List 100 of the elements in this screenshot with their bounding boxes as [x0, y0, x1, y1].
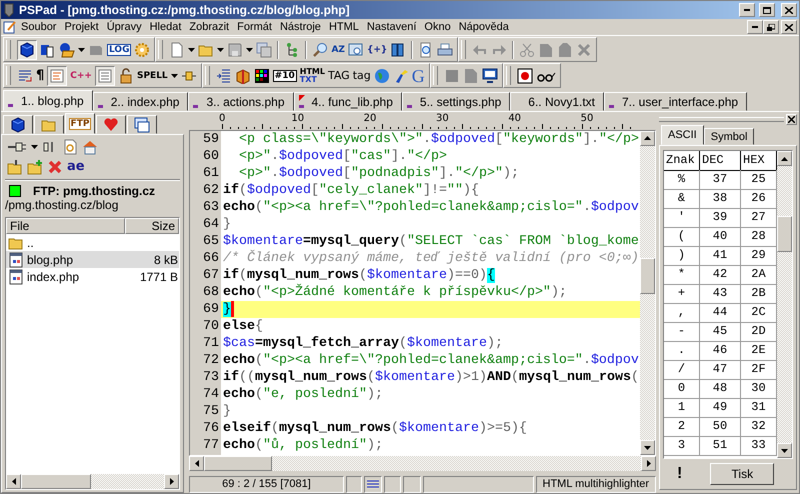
open-project-icon[interactable]	[59, 42, 75, 58]
right-arrow-icon[interactable]	[646, 460, 650, 467]
search-icon[interactable]	[312, 42, 328, 58]
menu-item[interactable]: Zobrazit	[185, 21, 234, 33]
tag-icon[interactable]: TAG	[328, 70, 350, 80]
scroll-up-button[interactable]	[777, 151, 792, 166]
book-icon[interactable]	[390, 42, 406, 58]
caret-icon[interactable]	[170, 74, 178, 78]
menu-item[interactable]: Úpravy	[102, 21, 146, 33]
scroll-right-button[interactable]	[641, 456, 656, 471]
download-folder-icon[interactable]	[7, 159, 23, 175]
column-header[interactable]: Size	[125, 218, 179, 234]
package-icon[interactable]	[234, 68, 251, 84]
scroll-down-button[interactable]	[777, 443, 792, 458]
panel-tab[interactable]	[96, 115, 126, 134]
panel-tab[interactable]: FTP	[65, 113, 95, 134]
horizontal-scrollbar[interactable]	[6, 474, 179, 489]
refresh-icon[interactable]	[62, 139, 78, 155]
restore-icon[interactable]	[767, 24, 775, 30]
g-icon[interactable]: G	[412, 66, 425, 84]
cpp-icon[interactable]: C++	[70, 70, 92, 80]
gear-icon[interactable]	[134, 42, 150, 58]
spell-check-icon[interactable]: SPELL	[136, 70, 168, 80]
panel-tab[interactable]	[127, 115, 157, 134]
file-row[interactable]: index.php 1771 B	[6, 268, 179, 285]
scroll-left-button[interactable]	[6, 474, 21, 489]
monitor-icon[interactable]	[482, 68, 498, 84]
scrollbar-thumb[interactable]	[21, 474, 91, 489]
left-arrow-icon[interactable]	[12, 478, 16, 485]
up-arrow-icon[interactable]	[644, 136, 651, 140]
globe-icon[interactable]	[374, 68, 390, 84]
document-tab[interactable]: 2.. index.php	[92, 92, 188, 111]
menu-item[interactable]: Hledat	[146, 21, 186, 33]
scroll-left-button[interactable]	[189, 456, 204, 471]
caret-icon[interactable]	[188, 48, 196, 52]
menu-item[interactable]: Okno	[420, 21, 455, 33]
menu-item[interactable]: Projekt	[60, 21, 103, 33]
minimize-button[interactable]	[747, 20, 763, 34]
windows-icon[interactable]	[134, 116, 150, 132]
menu-item[interactable]: Nastavení	[362, 21, 420, 33]
maximize-button[interactable]	[759, 3, 775, 17]
right-arrow-icon[interactable]	[170, 478, 174, 485]
caret-icon[interactable]	[217, 48, 224, 52]
log-icon[interactable]: LOG	[107, 44, 132, 56]
lock-icon[interactable]	[118, 68, 134, 84]
print-button[interactable]: Tisk	[710, 463, 774, 485]
close-button[interactable]	[781, 3, 797, 17]
horizontal-scrollbar[interactable]	[189, 456, 656, 471]
minimize-button[interactable]	[739, 3, 755, 17]
html-to-text-icon[interactable]: HTML TXT	[300, 68, 325, 84]
vertical-scrollbar[interactable]	[777, 151, 792, 458]
browse-icon[interactable]	[348, 42, 364, 58]
panel-tab[interactable]: Symbol	[704, 128, 754, 145]
close-icon[interactable]	[785, 6, 793, 14]
caret-icon[interactable]	[31, 145, 38, 149]
menu-item[interactable]: Soubor	[17, 21, 60, 33]
braces-icon[interactable]: {+}	[366, 44, 388, 54]
down-arrow-icon[interactable]	[644, 446, 651, 450]
document-tab[interactable]: 4.. func_lib.php	[294, 92, 402, 111]
indent-icon[interactable]	[216, 68, 232, 84]
document-tab[interactable]: 5.. settings.php	[402, 92, 510, 111]
panel-tab[interactable]: ASCII	[661, 125, 704, 145]
scroll-down-button[interactable]	[640, 440, 655, 455]
color-grid-icon[interactable]	[254, 68, 270, 84]
down-arrow-icon[interactable]	[781, 448, 788, 452]
scrollbar-thumb[interactable]	[640, 258, 655, 294]
vertical-scrollbar[interactable]	[640, 130, 655, 455]
cube-icon[interactable]	[10, 116, 26, 132]
tag-icon[interactable]: tag	[352, 70, 371, 80]
caret-icon[interactable]	[78, 48, 85, 52]
number-grid-icon[interactable]: #10	[272, 70, 297, 82]
panel-tab[interactable]	[34, 115, 64, 134]
scroll-right-button[interactable]	[164, 474, 179, 489]
word-wrap-icon[interactable]	[17, 68, 33, 84]
document-tab[interactable]: 7.. user_interface.php	[604, 92, 748, 111]
document-tab[interactable]: 3.. actions.php	[188, 92, 294, 111]
close-button[interactable]	[781, 20, 797, 34]
menu-item[interactable]: Nástroje	[276, 21, 325, 33]
restore-button[interactable]	[763, 20, 779, 34]
new-document-icon[interactable]	[169, 42, 186, 58]
menu-item[interactable]: Nápověda	[454, 21, 513, 33]
panel-tab[interactable]	[3, 115, 33, 134]
pilcrow-icon[interactable]: ¶	[36, 70, 44, 80]
record-icon[interactable]	[516, 68, 533, 84]
left-arrow-icon[interactable]	[194, 460, 198, 467]
document-tab[interactable]: 1.. blog.php	[3, 90, 93, 111]
file-row[interactable]: blog.php 8 kB	[6, 251, 179, 268]
menu-item[interactable]: Formát	[233, 21, 276, 33]
replace-icon[interactable]: AZ	[331, 44, 345, 54]
close-icon[interactable]	[785, 24, 793, 30]
scroll-up-button[interactable]	[640, 130, 655, 146]
scrollbar-thumb[interactable]	[204, 456, 272, 471]
caret-icon[interactable]	[246, 48, 254, 52]
up-arrow-icon[interactable]	[781, 156, 788, 160]
printer-icon[interactable]	[437, 42, 454, 58]
column-header[interactable]: File	[6, 218, 125, 234]
maximize-icon[interactable]	[763, 6, 771, 14]
file-row[interactable]: ..	[6, 234, 179, 251]
menu-item[interactable]: HTML	[324, 21, 363, 33]
rename-icon[interactable]: ae	[67, 162, 85, 172]
